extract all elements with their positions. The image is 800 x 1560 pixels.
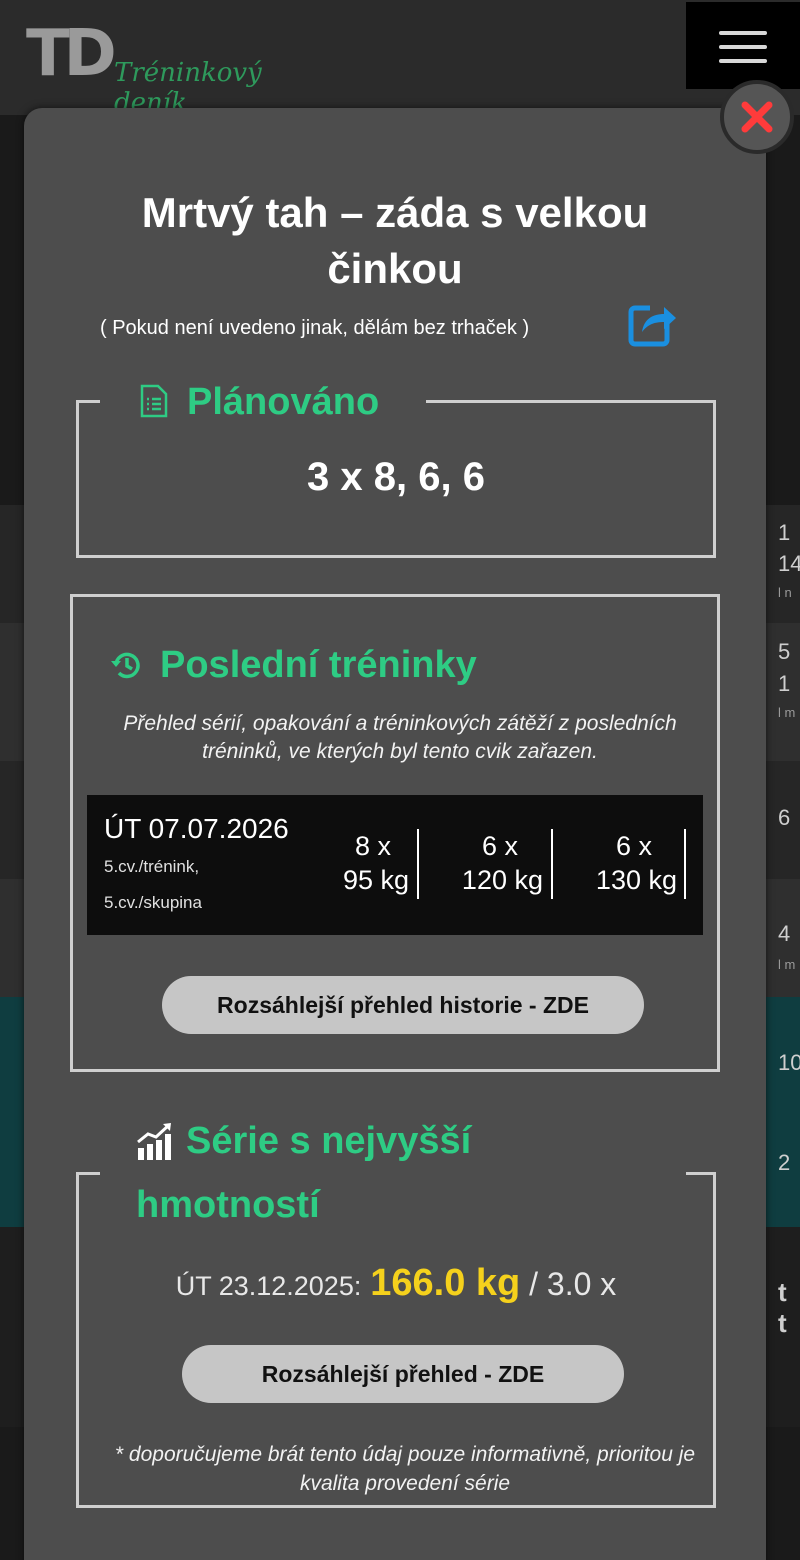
bg-label: l m	[778, 957, 796, 972]
history-set-weight: 120 kg	[461, 865, 543, 895]
history-entry[interactable]: ÚT 07.07.2026 5.cv./trénink, 5.cv./skupi…	[87, 795, 703, 935]
exercise-title-text: Mrtvý tah – záda s velkou činkou	[141, 189, 649, 292]
bg-number: 1	[778, 520, 791, 545]
history-entry-meta: 5.cv./skupina	[104, 893, 202, 912]
hamburger-icon-line	[719, 45, 767, 49]
history-set: 6 x 120 kg	[447, 829, 543, 897]
hamburger-icon-line	[719, 59, 767, 63]
max-weight-heading-line2: hmotností	[136, 1184, 320, 1226]
bg-number: 6	[778, 805, 791, 830]
bg-number: 10	[778, 1050, 800, 1075]
max-weight-footnote: * doporučujeme brát tento údaj pouze inf…	[114, 1443, 696, 1495]
set-divider	[684, 829, 686, 899]
share-icon[interactable]	[628, 298, 678, 348]
bg-number: 1	[778, 671, 791, 696]
bg-number: 14	[778, 551, 800, 576]
bg-label: l n	[778, 585, 792, 600]
bg-number: 2	[778, 1150, 791, 1175]
record-date: ÚT 23.12.2025:	[175, 1271, 362, 1301]
bg-label: l m	[778, 705, 796, 720]
bg-number: 4	[778, 921, 791, 946]
history-set-reps: 8 x	[354, 831, 392, 861]
history-set: 8 x 95 kg	[317, 829, 409, 897]
record-weight: 166.0 kg	[370, 1262, 521, 1304]
record-reps: / 3.0 x	[529, 1266, 617, 1302]
set-divider	[551, 829, 553, 899]
history-set-reps: 6 x	[615, 831, 653, 861]
chart-icon	[137, 1123, 171, 1160]
history-set: 6 x 130 kg	[581, 829, 677, 897]
last-trainings-description: Přehled sérií, opakování a tréninkových …	[123, 712, 677, 763]
max-weight-overview-button[interactable]: Rozsáhlejší přehled - ZDE	[182, 1345, 624, 1403]
history-set-weight: 130 kg	[595, 865, 677, 895]
exercise-title: Mrtvý tah – záda s velkou činkou	[24, 75, 766, 297]
document-icon	[140, 384, 168, 418]
history-set-weight: 95 kg	[342, 865, 409, 895]
set-divider	[417, 829, 419, 899]
max-weight-heading-line1: Série s nejvyšší	[186, 1120, 472, 1162]
history-entry-date: ÚT 07.07.2026	[104, 813, 289, 844]
max-weight-record: ÚT 23.12.2025: 166.0 kg / 3.0 x	[76, 1262, 716, 1305]
exercise-subtitle: ( Pokud není uvedeno jinak, dělám bez tr…	[100, 317, 530, 339]
hamburger-icon	[719, 31, 767, 35]
planned-heading: Plánováno	[187, 381, 380, 423]
bg-number: t t	[778, 1277, 787, 1338]
history-overview-button[interactable]: Rozsáhlejší přehled historie - ZDE	[162, 976, 644, 1034]
history-entry-meta: 5.cv./trénink,	[104, 857, 200, 876]
last-trainings-heading: Poslední tréninky	[160, 644, 477, 686]
bg-number: 5	[778, 639, 791, 664]
planned-value: 3 x 8, 6, 6	[307, 455, 485, 499]
history-set-reps: 6 x	[481, 831, 519, 861]
history-icon	[111, 652, 140, 679]
